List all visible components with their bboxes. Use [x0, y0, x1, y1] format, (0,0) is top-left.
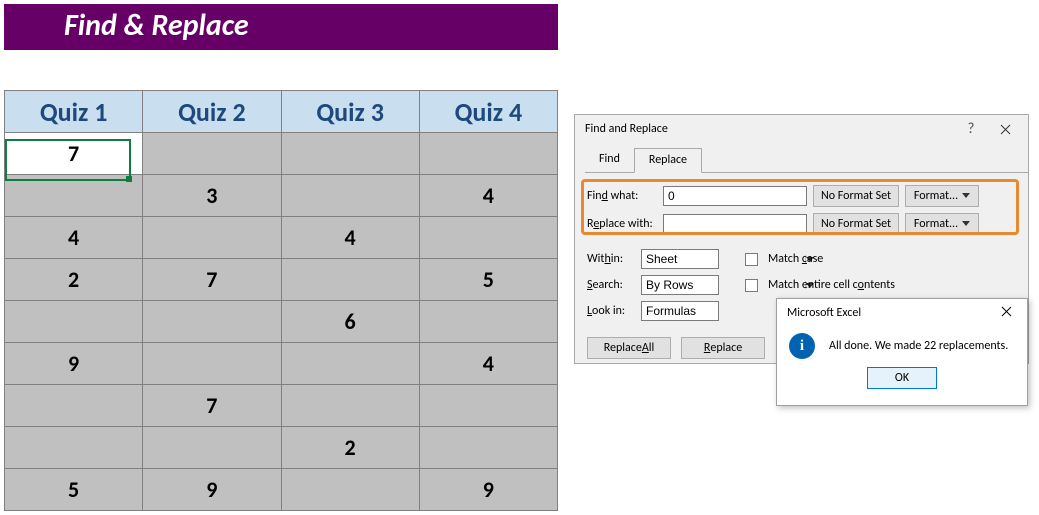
find-what-combo[interactable]	[663, 186, 807, 206]
cell[interactable]	[419, 385, 557, 427]
cell[interactable]: 9	[5, 343, 143, 385]
match-entire-label[interactable]: Match entire cell contents	[768, 278, 895, 292]
lookin-label: Look in:	[587, 304, 635, 318]
cell[interactable]	[419, 301, 557, 343]
find-what-label: Find what:	[587, 189, 657, 203]
cell[interactable]: 2	[5, 259, 143, 301]
tab-find[interactable]: Find	[585, 148, 634, 173]
replace-with-combo[interactable]	[663, 214, 807, 234]
info-icon: i	[789, 333, 815, 359]
cell[interactable]	[143, 343, 281, 385]
cell[interactable]: 9	[419, 469, 557, 511]
cell[interactable]	[281, 385, 419, 427]
cell[interactable]: 3	[143, 175, 281, 217]
ok-button[interactable]: OK	[867, 367, 937, 389]
dialog-title: Find and Replace	[585, 122, 954, 136]
cell[interactable]: 2	[281, 427, 419, 469]
cell[interactable]: 4	[5, 217, 143, 259]
find-format-button[interactable]: Format...	[905, 185, 979, 207]
match-case-checkbox[interactable]	[745, 253, 758, 266]
cell[interactable]	[5, 385, 143, 427]
msgbox-text: All done. We made 22 replacements.	[829, 339, 1008, 353]
close-icon[interactable]	[989, 306, 1023, 321]
cell[interactable]: 5	[5, 469, 143, 511]
chevron-down-icon[interactable]	[962, 189, 970, 203]
lookin-combo[interactable]	[641, 301, 719, 321]
cell[interactable]	[5, 175, 143, 217]
cell[interactable]: 7	[143, 259, 281, 301]
match-entire-checkbox[interactable]	[745, 279, 758, 292]
cell[interactable]	[281, 469, 419, 511]
close-icon[interactable]	[988, 124, 1022, 135]
cell[interactable]: 7	[5, 133, 143, 175]
match-case-label[interactable]: Match case	[768, 252, 823, 266]
replace-with-label: Replace with:	[587, 217, 657, 231]
cell[interactable]	[419, 427, 557, 469]
cell[interactable]: 9	[143, 469, 281, 511]
page-title-banner: Find & Replace	[4, 4, 558, 50]
cell[interactable]	[419, 217, 557, 259]
replace-format-preview: No Format Set	[813, 213, 899, 235]
cell[interactable]	[281, 343, 419, 385]
cell[interactable]	[143, 427, 281, 469]
col-header[interactable]: Quiz 4	[419, 91, 557, 133]
msgbox-title: Microsoft Excel	[787, 306, 989, 320]
search-combo[interactable]	[641, 275, 719, 295]
cell[interactable]	[143, 217, 281, 259]
cell[interactable]: 6	[281, 301, 419, 343]
cell[interactable]	[143, 133, 281, 175]
cell[interactable]	[5, 301, 143, 343]
within-label: Within:	[587, 252, 635, 266]
replace-format-button[interactable]: Format...	[905, 213, 979, 235]
chevron-down-icon[interactable]	[962, 217, 970, 231]
col-header[interactable]: Quiz 1	[5, 91, 143, 133]
replace-button[interactable]: Replace	[681, 337, 765, 359]
cell[interactable]	[419, 133, 557, 175]
replace-with-input[interactable]	[664, 215, 827, 233]
cell[interactable]: 4	[419, 343, 557, 385]
col-header[interactable]: Quiz 3	[281, 91, 419, 133]
cell[interactable]: 7	[143, 385, 281, 427]
cell[interactable]	[281, 259, 419, 301]
search-label: Search:	[587, 278, 635, 292]
cell[interactable]: 4	[419, 175, 557, 217]
replace-all-button[interactable]: Replace All	[587, 337, 671, 359]
find-what-input[interactable]	[664, 187, 827, 205]
find-format-preview: No Format Set	[813, 185, 899, 207]
cell[interactable]: 5	[419, 259, 557, 301]
col-header[interactable]: Quiz 2	[143, 91, 281, 133]
tab-replace[interactable]: Replace	[634, 148, 702, 173]
cell[interactable]	[5, 427, 143, 469]
help-icon[interactable]: ?	[954, 120, 988, 138]
info-message-box: Microsoft Excel i All done. We made 22 r…	[776, 298, 1028, 406]
cell[interactable]	[281, 175, 419, 217]
within-combo[interactable]	[641, 249, 719, 269]
quiz-table[interactable]: Quiz 1 Quiz 2 Quiz 3 Quiz 4 734442756947…	[4, 90, 558, 511]
cell[interactable]: 4	[281, 217, 419, 259]
cell[interactable]	[143, 301, 281, 343]
cell[interactable]	[281, 133, 419, 175]
